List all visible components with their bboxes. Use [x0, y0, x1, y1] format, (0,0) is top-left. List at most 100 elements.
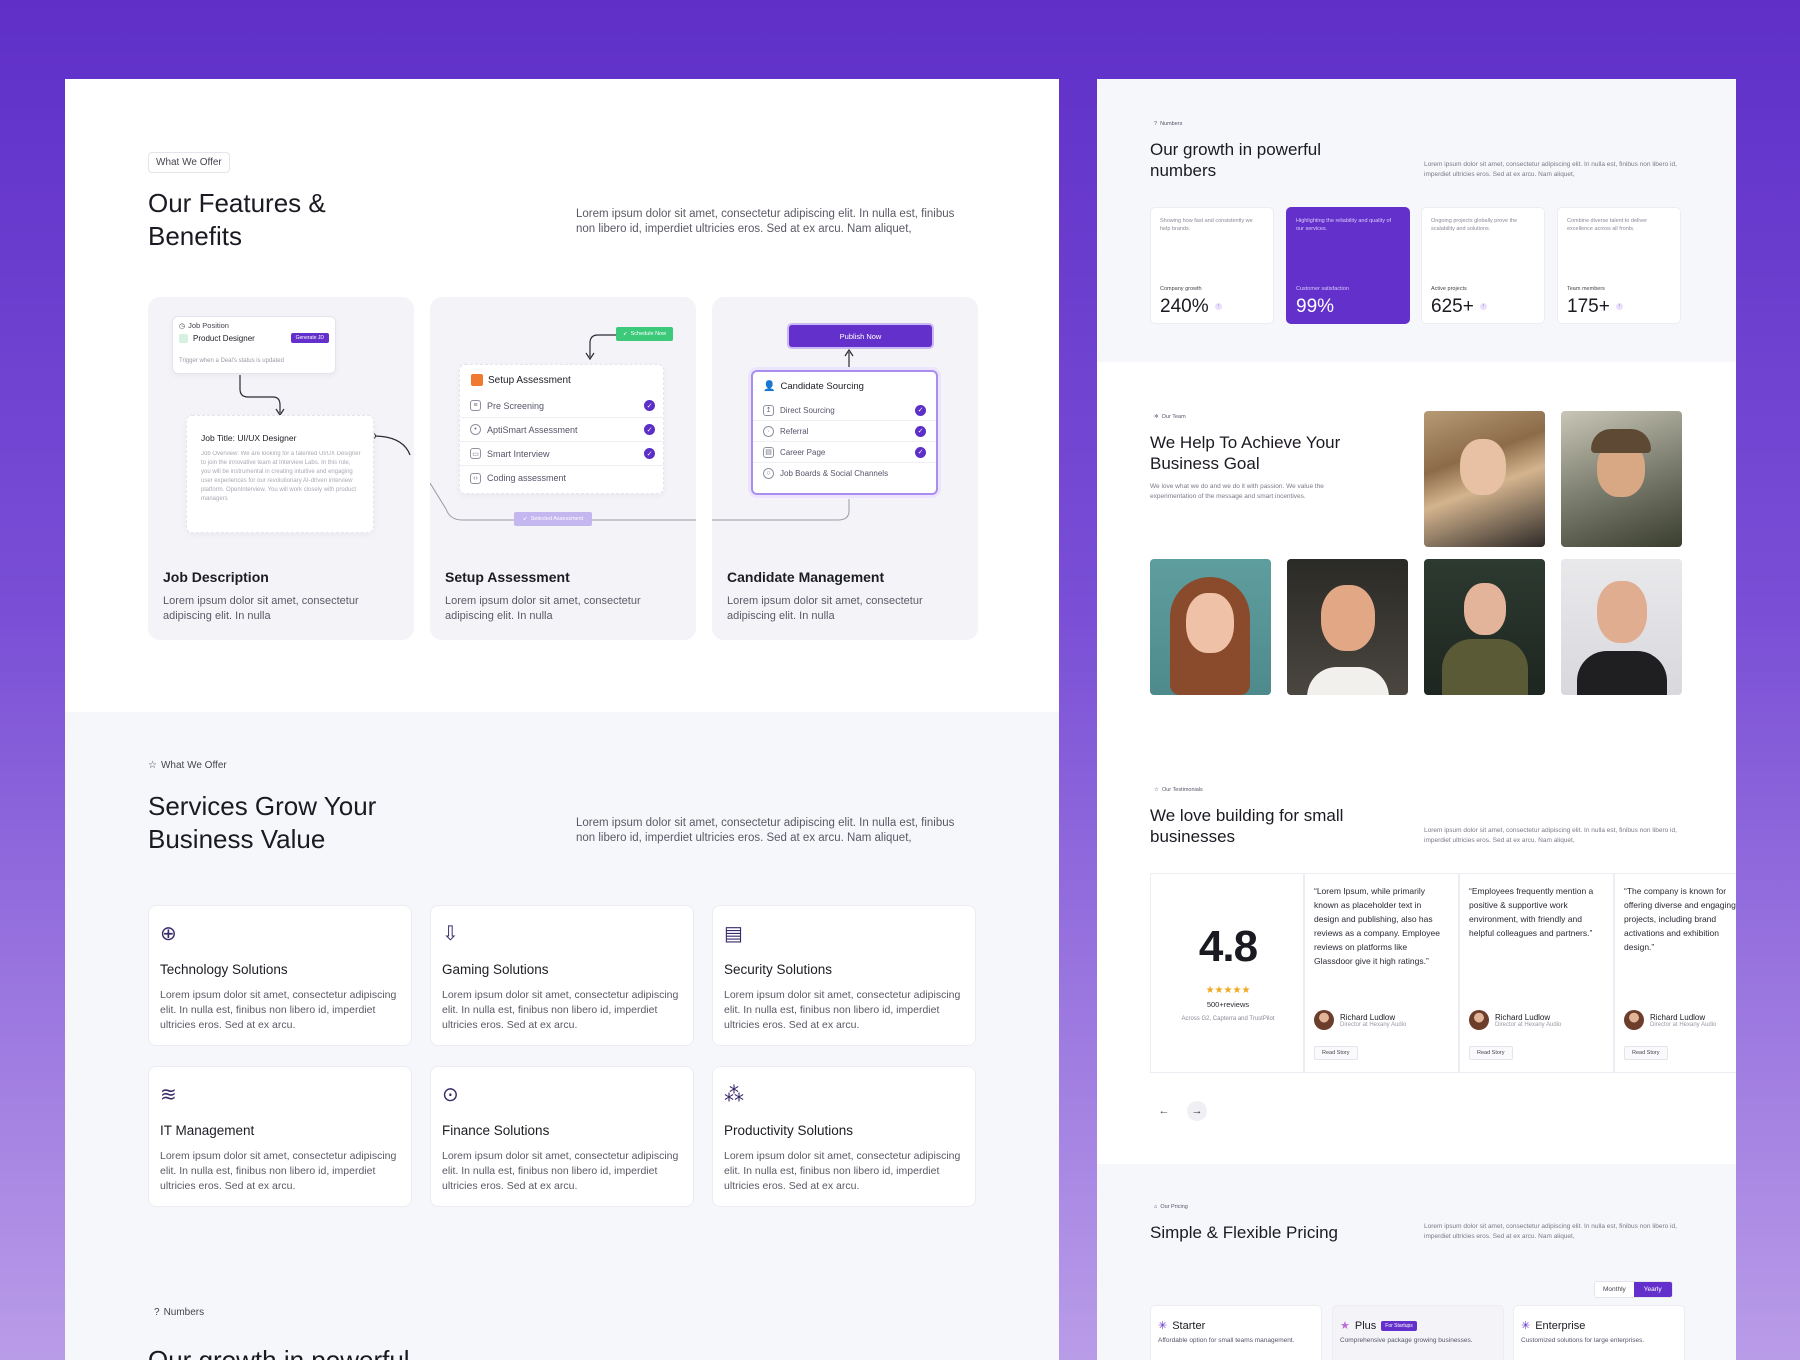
service-card[interactable]: ≋ IT Management Lorem ipsum dolor sit am…	[148, 1066, 412, 1207]
features-title: Our Features & Benefits	[148, 188, 326, 251]
plan-badge: For Startups	[1381, 1320, 1417, 1331]
pricing-card-enterprise[interactable]: ✳ Enterprise Customized solutions for lar…	[1513, 1305, 1685, 1360]
assessment-item[interactable]: ≡ Pre Screening ✓	[460, 394, 665, 418]
team-photo	[1424, 559, 1545, 695]
read-story-button[interactable]: Read Story	[1314, 1046, 1358, 1060]
service-card[interactable]: ⇩ Gaming Solutions Lorem ipsum dolor sit…	[430, 905, 694, 1046]
star-icon: ★	[1340, 1320, 1350, 1332]
asterisk-icon: ✳	[1158, 1320, 1168, 1332]
testimonials-lead: Lorem ipsum dolor sit amet, consectetur …	[1424, 827, 1677, 844]
toggle-yearly[interactable]: Yearly	[1633, 1282, 1672, 1297]
arrow-up-icon: ↑	[1214, 303, 1222, 311]
next-arrow-button[interactable]: →	[1187, 1101, 1207, 1121]
check-icon: ✓	[644, 448, 655, 459]
team-photo	[1561, 559, 1682, 695]
location-icon: •	[470, 424, 481, 435]
send-icon: ➹	[623, 331, 628, 337]
chart-search-icon: ⊙	[442, 1084, 459, 1106]
globe-icon: ○	[763, 468, 774, 479]
assessment-list: ≡ Pre Screening ✓ • AptiSmart Assessment ✓ ▭…	[460, 394, 665, 490]
features-pill: What We Offer	[148, 152, 230, 173]
arrow-up-icon: ↑	[1615, 303, 1623, 311]
numbers-lead: Lorem ipsum dolor sit amet, consectetur …	[1424, 161, 1677, 178]
medical-box-icon: ⊕	[160, 923, 177, 945]
schedule-now-button[interactable]: ➹ Schedule Now	[616, 327, 674, 341]
service-card[interactable]: ▤ Security Solutions Lorem ipsum dolor s…	[712, 905, 976, 1046]
sourcing-item[interactable]: · Referral ✓	[753, 421, 936, 442]
question-icon: ?	[1154, 121, 1158, 127]
arrow-left-icon: ←	[1158, 1105, 1170, 1117]
star-outline-icon: ☆	[148, 760, 157, 771]
sourcing-item[interactable]: ▤ Career Page ✓	[753, 442, 936, 463]
sparkle-icon: ✲	[1154, 414, 1159, 420]
box-arrows-icon: ⇩	[442, 923, 459, 945]
service-card[interactable]: ⁂ Productivity Solutions Lorem ipsum dol…	[712, 1066, 976, 1207]
feature-title: Setup Assessment	[445, 569, 570, 585]
sourcing-list: ↥ Direct Sourcing ✓ · Referral ✓ ▤ Career Pag…	[753, 400, 936, 484]
testimonials-title: We love building for small businesses	[1150, 806, 1344, 846]
check-icon: ✓	[915, 446, 926, 458]
testimonials-pill: ☆ Our Testimonials	[1154, 787, 1203, 793]
feature-card-job-description[interactable]: ◷ Job Position Product Designer Generate …	[148, 297, 414, 640]
candidate-sourcing-box: 👤 Candidate Sourcing ↥ Direct Sourcing ✓ ·…	[751, 370, 938, 495]
services-title: Services Grow Your Business Value	[148, 791, 377, 854]
check-icon: ✓	[915, 425, 926, 437]
avatar	[1624, 1010, 1644, 1030]
selected-assessment-button[interactable]: ➹ Selected Assessment	[514, 512, 593, 526]
sourcing-item[interactable]: ○ Job Boards & Social Channels	[753, 463, 936, 484]
avatar	[1314, 1010, 1334, 1030]
pricing-card-starter[interactable]: ✳ Starter Affordable option for small tea…	[1150, 1305, 1322, 1360]
numbers-pill: ? Numbers	[154, 1307, 205, 1318]
check-icon: ✓	[644, 424, 655, 435]
numbers-pill: ? Numbers	[1154, 121, 1183, 127]
feature-card-setup-assessment[interactable]: ➹ Schedule Now Setup Assessment ≡ Pre Scre…	[430, 297, 696, 640]
team-photo	[1561, 411, 1682, 547]
service-card[interactable]: ⊙ Finance Solutions Lorem ipsum dolor si…	[430, 1066, 694, 1207]
read-story-button[interactable]: Read Story	[1624, 1046, 1668, 1060]
left-panel: What We Offer Our Features & Benefits Lo…	[65, 79, 1059, 1360]
arrow-up-icon: ↑	[1479, 303, 1487, 311]
check-icon: ✓	[644, 400, 655, 411]
user-icon: ·	[763, 425, 774, 437]
feature-card-candidate-management[interactable]: Publish Now 👤 Candidate Sourcing ↥ Direct…	[712, 297, 978, 640]
assessment-item[interactable]: • AptiSmart Assessment ✓	[460, 418, 665, 442]
pricing-title: Simple & Flexible Pricing	[1150, 1223, 1339, 1242]
database-icon: ≋	[160, 1084, 177, 1106]
team-lead: We love what we do and we do it with pas…	[1150, 483, 1324, 500]
testimonial-card: “Employees frequently mention a positive…	[1459, 873, 1614, 1073]
avatar	[1469, 1010, 1489, 1030]
billing-toggle: Monthly Yearly	[1594, 1281, 1673, 1298]
arrow-right-icon: →	[1191, 1105, 1203, 1117]
feature-desc: Lorem ipsum dolor sit amet, consectetur …	[163, 595, 359, 622]
tag-icon: ⌂	[1154, 1204, 1158, 1210]
stat-card: Ongoing projects globally prove the scal…	[1421, 207, 1545, 324]
list-icon: ≡	[470, 400, 481, 411]
services-pill: ☆ What We Offer	[148, 760, 227, 771]
sourcing-item[interactable]: ↥ Direct Sourcing ✓	[753, 400, 936, 421]
job-title-box: Job Title: UI/UX Designer Job Overview: …	[186, 415, 374, 533]
testimonial-card: “The company is known for offering diver…	[1614, 873, 1736, 1073]
assessment-item[interactable]: ▭ Smart Interview ✓	[460, 442, 665, 466]
read-story-button[interactable]: Read Story	[1469, 1046, 1513, 1060]
service-card[interactable]: ⊕ Technology Solutions Lorem ipsum dolor…	[148, 905, 412, 1046]
features-lead: Lorem ipsum dolor sit amet, consectetur …	[576, 208, 955, 235]
pricing-pill: ⌂ Our Pricing	[1154, 1204, 1188, 1210]
numbers-title: Our growth in powerful numbers	[1150, 140, 1322, 180]
check-icon: ✓	[915, 404, 926, 416]
monitor-icon: ▭	[470, 448, 481, 459]
testimonial-card: “Lorem Ipsum, while primarily known as p…	[1304, 873, 1459, 1073]
numbers-peek-title: Our growth in powerful	[148, 1345, 410, 1360]
send-icon: ➹	[523, 516, 528, 522]
page-icon: ▤	[763, 446, 774, 458]
feature-title: Job Description	[163, 569, 269, 585]
pricing-card-plus[interactable]: ★ Plus For Startups Comprehensive package …	[1332, 1305, 1504, 1360]
services-section: ☆ What We Offer Services Grow Your Busine…	[65, 712, 1059, 1360]
services-lead: Lorem ipsum dolor sit amet, consectetur …	[576, 817, 955, 844]
rating-card: 4.8 ★★★★★ 500+reviews Across G2, Capterr…	[1150, 873, 1304, 1073]
toggle-monthly[interactable]: Monthly	[1595, 1282, 1634, 1297]
prev-arrow-button[interactable]: ←	[1154, 1101, 1174, 1121]
network-icon: ⁂	[724, 1084, 744, 1106]
feature-title: Candidate Management	[727, 569, 885, 585]
assessment-item[interactable]: ‹› Coding assessment	[460, 466, 665, 490]
team-photo	[1424, 411, 1545, 547]
